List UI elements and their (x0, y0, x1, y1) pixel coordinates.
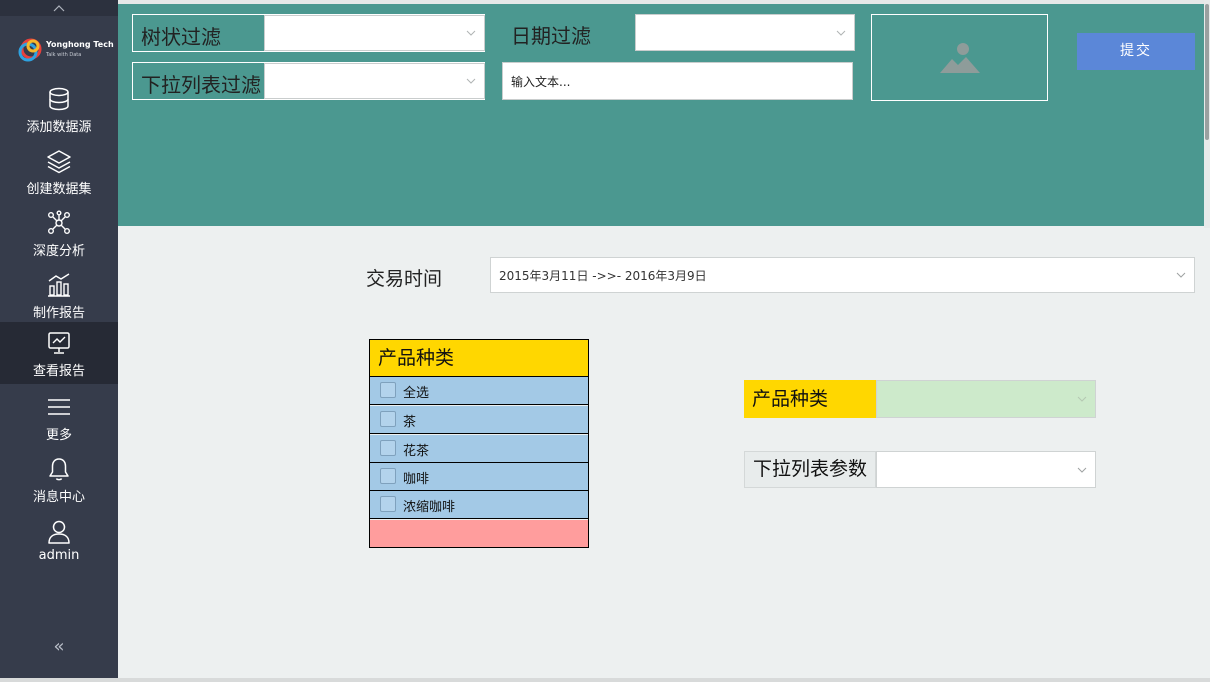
image-icon (940, 43, 980, 73)
nav-label: 查看报告 (32, 364, 85, 379)
chevron-down-icon (1077, 467, 1087, 473)
nav-label: admin (38, 548, 80, 563)
checklist-item-label: 花茶 (403, 444, 430, 459)
checklist-item[interactable]: 茶 (370, 406, 588, 434)
checkbox[interactable] (380, 440, 396, 456)
checklist-item-label: 全选 (403, 386, 430, 401)
filter-panel: 树状过滤 下拉列表过滤 日期过滤 输入文本... 提交 (118, 4, 1204, 226)
tree-filter-select[interactable] (264, 15, 485, 51)
nav-label: 消息中心 (32, 490, 85, 505)
monitor-icon (48, 332, 70, 354)
checkbox[interactable] (380, 496, 396, 512)
text-filter-placeholder: 输入文本... (511, 74, 571, 89)
nav-more[interactable]: 更多 (0, 386, 118, 448)
sidebar-collapse-up[interactable] (0, 0, 118, 16)
chevron-down-icon (466, 30, 476, 36)
dropdown-filter-label: 下拉列表过滤 (141, 73, 261, 97)
chevron-up-icon (53, 5, 65, 12)
chevron-down-icon (466, 78, 476, 84)
dropdown-filter-select[interactable] (264, 63, 485, 99)
menu-icon (48, 399, 70, 415)
nav-label: 深度分析 (32, 244, 85, 259)
checklist-item[interactable]: 咖啡 (370, 463, 588, 491)
app-window: Yonghong Tech Talk with Data 添加数据源 创建数据集 (0, 0, 1210, 682)
nav-user-admin[interactable]: admin (0, 510, 118, 572)
tree-filter: 树状过滤 (132, 14, 485, 52)
date-range-select[interactable]: 2015年3月11日 ->>- 2016年3月9日 (490, 257, 1195, 293)
bell-icon (49, 458, 69, 481)
nav-deep-analysis[interactable]: 深度分析 (0, 202, 118, 264)
bar-chart-icon (48, 273, 70, 297)
text-filter-input[interactable]: 输入文本... (502, 62, 853, 100)
checklist-item-select-all[interactable]: 全选 (370, 377, 588, 405)
chevron-down-icon (836, 30, 846, 36)
main-content: 树状过滤 下拉列表过滤 日期过滤 输入文本... 提交 交易时间 2015年3月… (118, 0, 1210, 678)
chevron-down-icon (1077, 396, 1087, 402)
nav-view-report[interactable]: 查看报告 (0, 322, 118, 384)
checklist-item-label: 浓缩咖啡 (403, 500, 456, 515)
product-category-checklist: 产品种类 全选 茶 花茶 咖啡 浓缩咖啡 (369, 339, 589, 548)
checklist-item[interactable]: 花茶 (370, 435, 588, 463)
layers-icon (47, 150, 71, 174)
trade-time-label: 交易时间 (366, 268, 443, 290)
nav-label: 制作报告 (32, 306, 85, 321)
nav-label: 创建数据集 (26, 182, 92, 197)
dropdown-filter: 下拉列表过滤 (132, 62, 485, 100)
checkbox[interactable] (380, 382, 396, 398)
sidebar: Yonghong Tech Talk with Data 添加数据源 创建数据集 (0, 0, 118, 678)
checklist-footer (370, 520, 588, 547)
logo-tagline: Talk with Data (46, 52, 82, 58)
nav-label: 更多 (45, 428, 72, 443)
nav-message-center[interactable]: 消息中心 (0, 448, 118, 510)
scrollbar-thumb[interactable] (1205, 4, 1209, 140)
double-chevron-left-icon[interactable]: « (46, 636, 72, 658)
checklist-header: 产品种类 (370, 340, 588, 377)
image-placeholder (871, 14, 1048, 101)
tree-filter-label: 树状过滤 (141, 25, 221, 49)
nav-create-dataset[interactable]: 创建数据集 (0, 140, 118, 202)
date-range-value: 2015年3月11日 ->>- 2016年3月9日 (499, 268, 707, 283)
checkbox[interactable] (380, 411, 396, 427)
nav-label: 添加数据源 (26, 120, 92, 135)
category-select[interactable] (876, 380, 1096, 418)
chevron-down-icon (1176, 272, 1186, 278)
database-icon (49, 87, 69, 111)
checkbox[interactable] (380, 468, 396, 484)
submit-button[interactable]: 提交 (1077, 33, 1195, 70)
checklist-item-label: 咖啡 (403, 472, 430, 487)
nav-make-report[interactable]: 制作报告 (0, 264, 118, 326)
param-select[interactable] (876, 451, 1096, 488)
date-filter-select[interactable] (635, 14, 855, 51)
network-icon (48, 210, 71, 235)
logo: Yonghong Tech Talk with Data (18, 30, 114, 68)
category-label: 产品种类 (744, 380, 876, 418)
user-icon (48, 520, 70, 544)
nav-add-datasource[interactable]: 添加数据源 (0, 78, 118, 140)
param-label: 下拉列表参数 (744, 451, 876, 488)
checklist-item-label: 茶 (403, 415, 417, 430)
checklist-item[interactable]: 浓缩咖啡 (370, 491, 588, 519)
date-filter-label: 日期过滤 (511, 24, 591, 48)
logo-icon (18, 38, 42, 62)
bottom-border (0, 678, 1210, 682)
logo-name: Yonghong Tech (46, 40, 114, 49)
